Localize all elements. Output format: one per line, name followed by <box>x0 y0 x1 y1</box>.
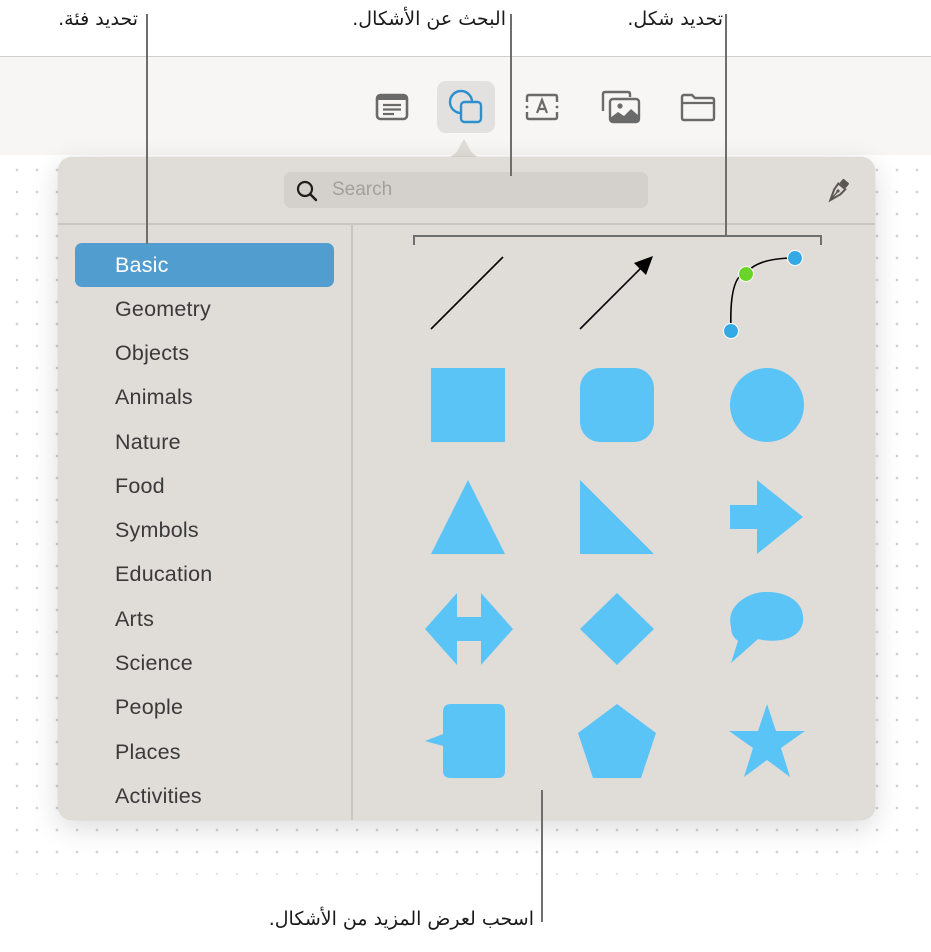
bracket-select-shape <box>413 235 822 237</box>
leader-search-shapes <box>510 14 512 176</box>
folder-icon <box>680 93 716 122</box>
pentagon-shape-icon <box>578 704 656 778</box>
category-nature[interactable]: Nature <box>75 420 334 464</box>
callout-select-category: تحديد فئة. <box>58 8 138 30</box>
text-box-icon <box>375 93 409 121</box>
right-triangle-shape-icon <box>580 480 654 554</box>
category-activities[interactable]: Activities <box>75 774 334 818</box>
search-input[interactable] <box>332 172 632 208</box>
shape-rounded-square[interactable] <box>570 357 666 453</box>
leader-select-shape <box>725 14 727 236</box>
category-science[interactable]: Science <box>75 641 334 685</box>
shape-diamond[interactable] <box>570 581 666 677</box>
pen-icon <box>828 178 850 203</box>
search-field[interactable] <box>284 172 648 208</box>
callout-drag-more: اسحب لعرض المزيد من الأشكال. <box>268 908 534 930</box>
category-objects[interactable]: Objects <box>75 331 334 375</box>
shape-triangle[interactable] <box>421 469 517 565</box>
double-arrow-shape-icon <box>425 593 513 665</box>
photo-library-icon <box>601 90 641 124</box>
shape-right-triangle[interactable] <box>570 469 666 565</box>
callout-select-shape: تحديد شكل. <box>627 8 723 30</box>
text-box-button[interactable] <box>363 81 421 133</box>
text-field-icon <box>525 93 559 121</box>
category-arts[interactable]: Arts <box>75 597 334 641</box>
shape-arrow-line[interactable] <box>570 245 666 341</box>
square-shape-icon <box>431 368 505 442</box>
shape-star[interactable] <box>719 693 815 789</box>
star-shape-icon <box>729 704 805 777</box>
shape-pentagon[interactable] <box>570 693 666 789</box>
category-geometry[interactable]: Geometry <box>75 287 334 331</box>
shape-double-arrow[interactable] <box>421 581 517 677</box>
line-shape-icon <box>430 256 504 330</box>
diamond-shape-icon <box>580 593 654 665</box>
category-people[interactable]: People <box>75 686 334 730</box>
curve-shape-icon <box>723 250 803 339</box>
category-food[interactable]: Food <box>75 464 334 508</box>
draw-with-pen-button[interactable] <box>821 174 855 208</box>
category-places[interactable]: Places <box>75 730 334 774</box>
category-list: Basic Geometry Objects Animals Nature Fo… <box>75 243 334 819</box>
shapes-button[interactable] <box>437 81 495 133</box>
rounded-square-shape-icon <box>580 368 654 442</box>
arrow-shape-icon <box>730 480 803 554</box>
callout-search-shapes: البحث عن الأشكال. <box>352 8 506 30</box>
bracket-right-tick <box>820 235 822 245</box>
shape-curve[interactable] <box>719 245 815 341</box>
category-animals[interactable]: Animals <box>75 376 334 420</box>
leader-drag-more <box>541 790 543 922</box>
category-symbols[interactable]: Symbols <box>75 508 334 552</box>
category-basic[interactable]: Basic <box>75 243 334 287</box>
shapes-popover: Basic Geometry Objects Animals Nature Fo… <box>58 157 875 820</box>
shapes-icon <box>448 89 483 124</box>
arrow-line-shape-icon <box>579 256 653 330</box>
category-education[interactable]: Education <box>75 553 334 597</box>
shape-callout-square[interactable] <box>421 693 517 789</box>
canvas-fade <box>0 860 931 890</box>
shape-circle[interactable] <box>719 357 815 453</box>
files-button[interactable] <box>669 81 727 133</box>
shape-line[interactable] <box>421 245 517 341</box>
speech-bubble-shape-icon <box>730 591 804 663</box>
shape-square[interactable] <box>421 357 517 453</box>
shape-grid[interactable] <box>353 225 875 820</box>
text-button[interactable] <box>513 81 571 133</box>
triangle-shape-icon <box>431 480 505 554</box>
bracket-left-tick <box>413 235 415 245</box>
media-button[interactable] <box>592 81 650 133</box>
circle-shape-icon <box>730 368 804 442</box>
shape-arrow[interactable] <box>719 469 815 565</box>
search-icon <box>296 180 318 202</box>
popover-arrow <box>444 139 484 158</box>
leader-select-category <box>146 14 148 244</box>
callout-square-shape-icon <box>425 704 505 778</box>
shape-speech-bubble[interactable] <box>719 581 815 677</box>
